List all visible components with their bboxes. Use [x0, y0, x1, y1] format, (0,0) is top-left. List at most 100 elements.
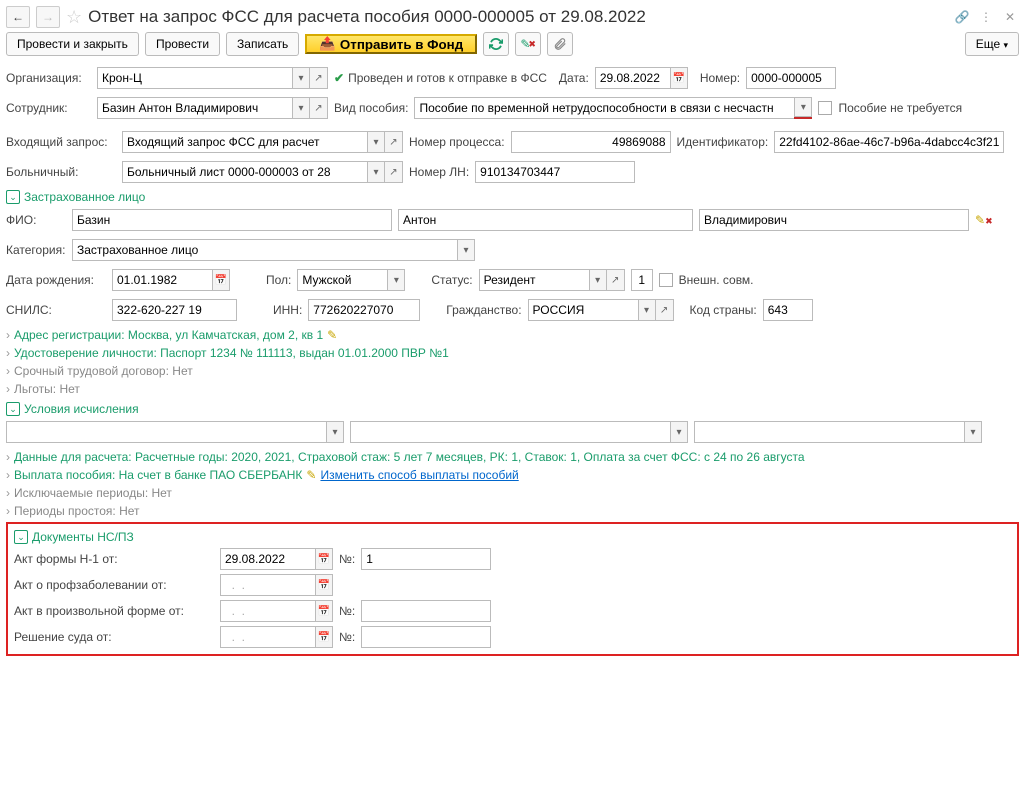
citizenship-dropdown[interactable]: ▾: [638, 299, 656, 321]
citizenship-open[interactable]: ↗: [656, 299, 674, 321]
post-status: ✔Проведен и готов к отправке в ФСС: [334, 71, 547, 85]
act-free-date-input[interactable]: [220, 600, 315, 622]
benefit-type-dropdown[interactable]: ▾: [794, 97, 812, 117]
sick-list-input[interactable]: [122, 161, 367, 183]
birth-input[interactable]: [112, 269, 212, 291]
category-input[interactable]: [72, 239, 457, 261]
chevron-right-icon: ›: [6, 382, 10, 396]
date-calendar[interactable]: 📅: [670, 67, 688, 89]
surname-input[interactable]: [72, 209, 392, 231]
send-icon: 📤: [319, 36, 336, 52]
patronymic-input[interactable]: [699, 209, 969, 231]
sick-list-open[interactable]: ↗: [385, 161, 403, 183]
cond3-input[interactable]: [694, 421, 964, 443]
court-no-label: №:: [339, 630, 355, 644]
insured-group-header[interactable]: ⌄ Застрахованное лицо: [6, 190, 1019, 204]
sick-list-dropdown[interactable]: ▾: [367, 161, 385, 183]
idle-row[interactable]: › Периоды простоя: Нет: [6, 504, 1019, 518]
link-icon[interactable]: 🔗: [953, 8, 971, 26]
date-input[interactable]: [595, 67, 670, 89]
cond1-dropdown[interactable]: ▾: [326, 421, 344, 443]
chevron-down-icon: ⌄: [6, 402, 20, 416]
status2-input[interactable]: [479, 269, 589, 291]
court-no-input[interactable]: [361, 626, 491, 648]
docs-header[interactable]: ⌄ Документы НС/ПЗ: [14, 530, 1011, 544]
no-benefit-checkbox[interactable]: [818, 101, 832, 115]
act-prof-date-input[interactable]: [220, 574, 315, 596]
refresh-button[interactable]: [483, 32, 509, 56]
status2-dropdown[interactable]: ▾: [589, 269, 607, 291]
incoming-input[interactable]: [122, 131, 367, 153]
calc-cond-header[interactable]: ⌄ Условия исчисления: [6, 402, 1019, 416]
post-button[interactable]: Провести: [145, 32, 220, 56]
sex-dropdown[interactable]: ▾: [387, 269, 405, 291]
employee-dropdown[interactable]: ▾: [292, 97, 310, 119]
cancel-post-button[interactable]: ✎✖: [515, 32, 541, 56]
org-input[interactable]: [97, 67, 292, 89]
citizenship-label: Гражданство:: [446, 303, 521, 317]
sex-input[interactable]: [297, 269, 387, 291]
cond1-input[interactable]: [6, 421, 326, 443]
act-h1-date-input[interactable]: [220, 548, 315, 570]
back-button[interactable]: ←: [6, 6, 30, 28]
more-button[interactable]: Еще ▾: [965, 32, 1019, 56]
employee-open[interactable]: ↗: [310, 97, 328, 119]
kebab-icon[interactable]: ⋮: [977, 8, 995, 26]
act-h1-calendar[interactable]: 📅: [315, 548, 333, 570]
org-dropdown[interactable]: ▾: [292, 67, 310, 89]
incoming-open[interactable]: ↗: [385, 131, 403, 153]
urgent-row[interactable]: › Срочный трудовой договор: Нет: [6, 364, 1019, 378]
excluded-row[interactable]: › Исключаемые периоды: Нет: [6, 486, 1019, 500]
snils-input[interactable]: [112, 299, 237, 321]
country-code-input[interactable]: [763, 299, 813, 321]
send-button[interactable]: 📤 Отправить в Фонд: [305, 34, 477, 54]
status2-open[interactable]: ↗: [607, 269, 625, 291]
number-input[interactable]: [746, 67, 836, 89]
benefit-type-input[interactable]: [414, 97, 794, 119]
identifier-label: Идентификатор:: [677, 135, 769, 149]
court-date-input[interactable]: [220, 626, 315, 648]
chevron-down-icon: ⌄: [14, 530, 28, 544]
forward-button[interactable]: →: [36, 6, 60, 28]
favorite-star-icon[interactable]: ☆: [66, 7, 82, 28]
citizenship-input[interactable]: [528, 299, 638, 321]
org-open[interactable]: ↗: [310, 67, 328, 89]
external-checkbox[interactable]: [659, 273, 673, 287]
one-input[interactable]: [631, 269, 653, 291]
edit-payout-icon[interactable]: ✎: [306, 468, 316, 482]
checkmark-icon: ✔: [334, 71, 344, 85]
cond2-dropdown[interactable]: ▾: [670, 421, 688, 443]
birth-calendar[interactable]: 📅: [212, 269, 230, 291]
employee-input[interactable]: [97, 97, 292, 119]
calc-data-row[interactable]: › Данные для расчета: Расчетные годы: 20…: [6, 450, 1019, 464]
address-row[interactable]: › Адрес регистрации: Москва, ул Камчатск…: [6, 328, 1019, 342]
write-button[interactable]: Записать: [226, 32, 299, 56]
act-free-calendar[interactable]: 📅: [315, 600, 333, 622]
name-input[interactable]: [398, 209, 693, 231]
process-no-input[interactable]: [511, 131, 671, 153]
act-free-no-input[interactable]: [361, 600, 491, 622]
incoming-dropdown[interactable]: ▾: [367, 131, 385, 153]
attach-button[interactable]: [547, 32, 573, 56]
inn-input[interactable]: [308, 299, 420, 321]
snils-label: СНИЛС:: [6, 303, 106, 317]
category-dropdown[interactable]: ▾: [457, 239, 475, 261]
cond2-input[interactable]: [350, 421, 670, 443]
identity-row[interactable]: › Удостоверение личности: Паспорт 1234 №…: [6, 346, 1019, 360]
close-icon[interactable]: ✕: [1001, 8, 1019, 26]
benefits-row[interactable]: › Льготы: Нет: [6, 382, 1019, 396]
sick-list-label: Больничный:: [6, 165, 116, 179]
payout-row[interactable]: › Выплата пособия: На счет в банке ПАО С…: [6, 468, 1019, 482]
change-payout-link[interactable]: Изменить способ выплаты пособий: [320, 468, 518, 482]
benefit-type-label: Вид пособия:: [334, 101, 408, 115]
edit-address-icon[interactable]: ✎: [327, 328, 337, 342]
post-close-button[interactable]: Провести и закрыть: [6, 32, 139, 56]
act-free-label: Акт в произвольной форме от:: [14, 604, 214, 618]
cond3-dropdown[interactable]: ▾: [964, 421, 982, 443]
court-calendar[interactable]: 📅: [315, 626, 333, 648]
edit-fio-icon[interactable]: ✎✖: [975, 213, 993, 227]
act-prof-calendar[interactable]: 📅: [315, 574, 333, 596]
ln-no-input[interactable]: [475, 161, 635, 183]
identifier-input[interactable]: [774, 131, 1004, 153]
act-h1-no-input[interactable]: [361, 548, 491, 570]
